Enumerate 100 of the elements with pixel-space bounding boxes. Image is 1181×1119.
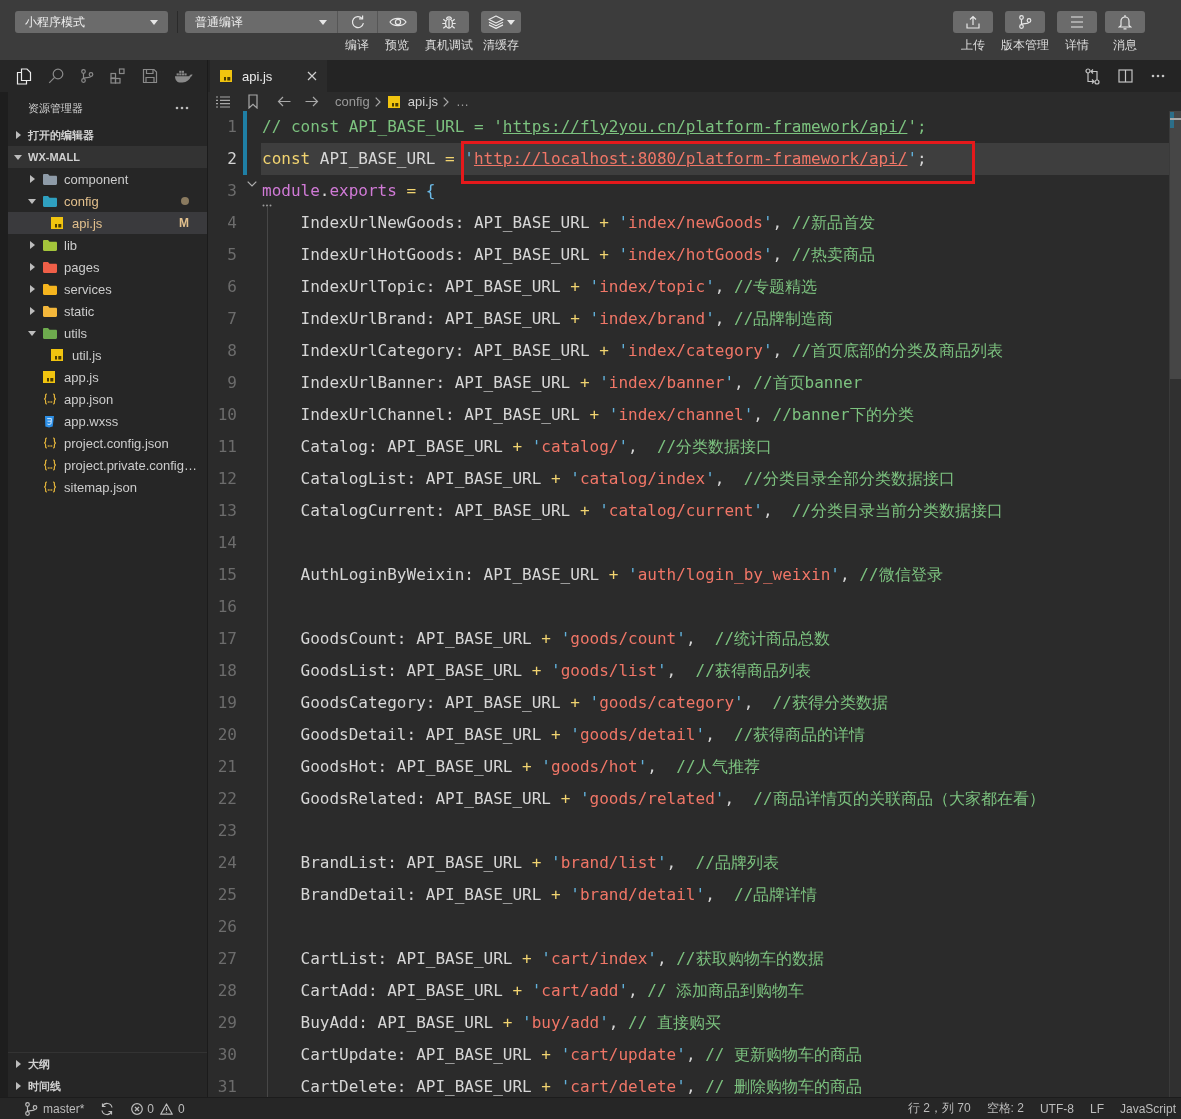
editor-tab[interactable]: api.js <box>210 60 327 92</box>
code-line: GoodsHot: API_BASE_URL + 'goods/hot', //人气推荐 <box>300 757 760 777</box>
tree-item[interactable]: util.js <box>8 344 207 366</box>
close-icon[interactable] <box>307 71 317 81</box>
forward-arrow-icon[interactable] <box>305 96 319 107</box>
tree-item[interactable]: project.private.config… <box>8 454 207 476</box>
code-line: // const API_BASE_URL = 'https://fly2you.cn/platform-framework/api/'; <box>262 117 927 137</box>
breadcrumb-item[interactable]: config <box>335 94 370 109</box>
tree-item[interactable]: app.wxss <box>8 410 207 432</box>
line-number: 24 <box>216 852 237 874</box>
status-item[interactable]: JavaScript <box>1119 1100 1176 1117</box>
code-line: BrandDetail: API_BASE_URL + 'brand/detail', //品牌详情 <box>300 885 818 905</box>
tree-item[interactable]: pages <box>8 256 207 278</box>
code-line: BrandList: API_BASE_URL + 'brand/list', //品牌列表 <box>300 853 779 873</box>
fold-chevron-icon[interactable] <box>247 181 257 187</box>
code-line: CatalogList: API_BASE_URL + 'catalog/index', //分类目录全部分类数据接口 <box>300 469 955 489</box>
search-icon[interactable] <box>48 68 64 84</box>
sync-icon[interactable] <box>100 1101 115 1116</box>
code-line: CatalogCurrent: API_BASE_URL + 'catalog/current', //分类目录当前分类数据接口 <box>300 501 1004 521</box>
line-number: 19 <box>216 692 237 714</box>
code-line: GoodsCount: API_BASE_URL + 'goods/count', //统计商品总数 <box>300 629 831 649</box>
messages-button[interactable] <box>1105 11 1145 33</box>
line-number: 9 <box>226 372 237 394</box>
scrollbar-thumb[interactable] <box>1170 111 1181 379</box>
caret-icon <box>319 19 327 25</box>
code-line: GoodsRelated: API_BASE_URL + 'goods/related', //商品详情页的关联商品（大家都在看） <box>300 789 1045 809</box>
branch-icon <box>24 1101 38 1116</box>
code-line: AuthLoginByWeixin: API_BASE_URL + 'auth/login_by_weixin', //微信登录 <box>300 565 943 585</box>
more-icon[interactable] <box>1151 74 1165 78</box>
line-number: 30 <box>216 1044 237 1066</box>
json-file-icon <box>43 437 57 449</box>
button-label: 预览 <box>385 38 409 52</box>
compile-mode-dropdown[interactable]: 普通编译 <box>185 11 337 33</box>
version-button[interactable] <box>1005 11 1045 33</box>
compare-icon[interactable] <box>1085 67 1100 85</box>
line-number: 28 <box>216 980 237 1002</box>
caret-icon <box>506 19 515 25</box>
compile-button[interactable] <box>337 11 377 33</box>
branch-icon[interactable] <box>80 69 94 83</box>
preview-button[interactable] <box>377 11 417 33</box>
code-line: Catalog: API_BASE_URL + 'catalog/', //分类数据接口 <box>300 437 773 457</box>
line-number: 15 <box>216 564 237 586</box>
tree-item[interactable]: app.js <box>8 366 207 388</box>
menu-icon <box>1070 16 1084 28</box>
split-editor-icon[interactable] <box>1118 69 1133 83</box>
css-file-icon <box>43 414 55 428</box>
section-header[interactable]: 时间线 <box>8 1075 207 1097</box>
section-header[interactable]: WX-MALL <box>8 146 207 168</box>
warnings-status[interactable]: 0 <box>160 1101 185 1116</box>
section-header[interactable]: 大纲 <box>8 1053 207 1075</box>
section-header[interactable]: 打开的编辑器 <box>8 124 207 146</box>
whale-icon[interactable] <box>174 69 193 83</box>
bookmark-icon[interactable] <box>248 94 258 109</box>
mode-dropdown[interactable]: 小程序模式 <box>15 11 168 33</box>
code-line: IndexUrlCategory: API_BASE_URL + 'index/category', //首页底部的分类及商品列表 <box>300 341 1004 361</box>
files-icon[interactable] <box>16 67 32 85</box>
extensions-icon[interactable] <box>110 68 126 84</box>
tree-item[interactable]: static <box>8 300 207 322</box>
js-file-icon <box>220 70 232 82</box>
code-line: GoodsList: API_BASE_URL + 'goods/list', //获得商品列表 <box>300 661 811 681</box>
clear-cache-button[interactable] <box>481 11 521 33</box>
branch-icon <box>1018 15 1032 29</box>
line-number: 16 <box>216 596 237 618</box>
line-number: 29 <box>216 1012 237 1034</box>
status-item[interactable]: UTF-8 <box>1039 1100 1074 1117</box>
breadcrumb-item[interactable]: … <box>456 94 470 109</box>
refresh-icon <box>349 14 366 30</box>
line-number: 21 <box>216 756 237 778</box>
floppy-disk-icon[interactable] <box>142 68 158 84</box>
list-icon[interactable] <box>215 95 231 108</box>
errors-status[interactable]: 0 <box>131 1101 155 1116</box>
code-line: module.exports = { <box>262 181 436 201</box>
error-icon <box>131 1102 144 1115</box>
status-item[interactable]: 行 2，列 70 <box>907 1100 971 1117</box>
line-number: 13 <box>216 500 237 522</box>
tree-item[interactable]: config <box>8 190 207 212</box>
status-item[interactable]: LF <box>1089 1100 1104 1117</box>
bug-icon <box>441 14 457 30</box>
line-number: 20 <box>216 724 237 746</box>
tree-item[interactable]: services <box>8 278 207 300</box>
tree-item[interactable]: sitemap.json <box>8 476 207 498</box>
status-item[interactable]: 空格: 2 <box>986 1100 1024 1117</box>
tree-item[interactable]: project.config.json <box>8 432 207 454</box>
tree-item[interactable]: lib <box>8 234 207 256</box>
upload-button[interactable] <box>953 11 993 33</box>
branch-status[interactable]: master* <box>24 1101 85 1116</box>
back-arrow-icon[interactable] <box>277 96 291 107</box>
breadcrumb-item[interactable]: api.js <box>387 94 439 109</box>
more-icon[interactable] <box>175 106 189 110</box>
button-label: 消息 <box>1113 38 1137 52</box>
debug-button[interactable] <box>429 11 469 33</box>
tree-item[interactable]: component <box>8 168 207 190</box>
line-number: 14 <box>216 532 237 554</box>
tree-item[interactable]: app.json <box>8 388 207 410</box>
tree-item[interactable]: utils <box>8 322 207 344</box>
tree-item[interactable]: api.js M <box>8 212 207 234</box>
line-number: 4 <box>226 212 237 234</box>
warning-icon <box>160 1102 174 1115</box>
button-label: 编译 <box>345 38 369 52</box>
line-number: 10 <box>216 404 237 426</box>
